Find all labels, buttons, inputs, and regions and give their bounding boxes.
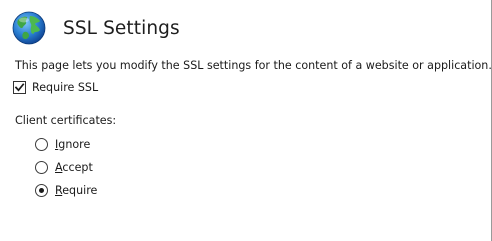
ssl-settings-pane: SSL Settings This page lets you modify t… — [0, 0, 492, 241]
require-ssl-checkbox[interactable] — [13, 81, 26, 94]
checkmark-icon — [14, 83, 25, 92]
require-ssl-label: Require SSL — [32, 81, 99, 94]
radio-accept-label: Accept — [55, 161, 93, 174]
radio-ignore-label: Ignore — [55, 138, 90, 151]
page-description: This page lets you modify the SSL settin… — [15, 59, 492, 72]
label-rest: gnore — [58, 138, 91, 151]
globe-icon — [12, 11, 46, 45]
radio-require-label: Require — [55, 184, 97, 197]
page-title: SSL Settings — [63, 17, 180, 39]
radio-ignore[interactable] — [35, 138, 48, 151]
radio-require-row[interactable]: Require — [35, 184, 97, 197]
require-ssl-checkbox-row[interactable]: Require SSL — [13, 81, 98, 94]
label-rest: equire — [62, 184, 98, 197]
radio-accept[interactable] — [35, 161, 48, 174]
radio-accept-row[interactable]: Accept — [35, 161, 93, 174]
client-certificates-label: Client certificates: — [15, 114, 117, 127]
label-rest: ccept — [62, 161, 93, 174]
radio-ignore-row[interactable]: Ignore — [35, 138, 90, 151]
page-header: SSL Settings — [12, 11, 180, 45]
radio-require[interactable] — [35, 184, 48, 197]
radio-selected-dot — [39, 188, 44, 193]
